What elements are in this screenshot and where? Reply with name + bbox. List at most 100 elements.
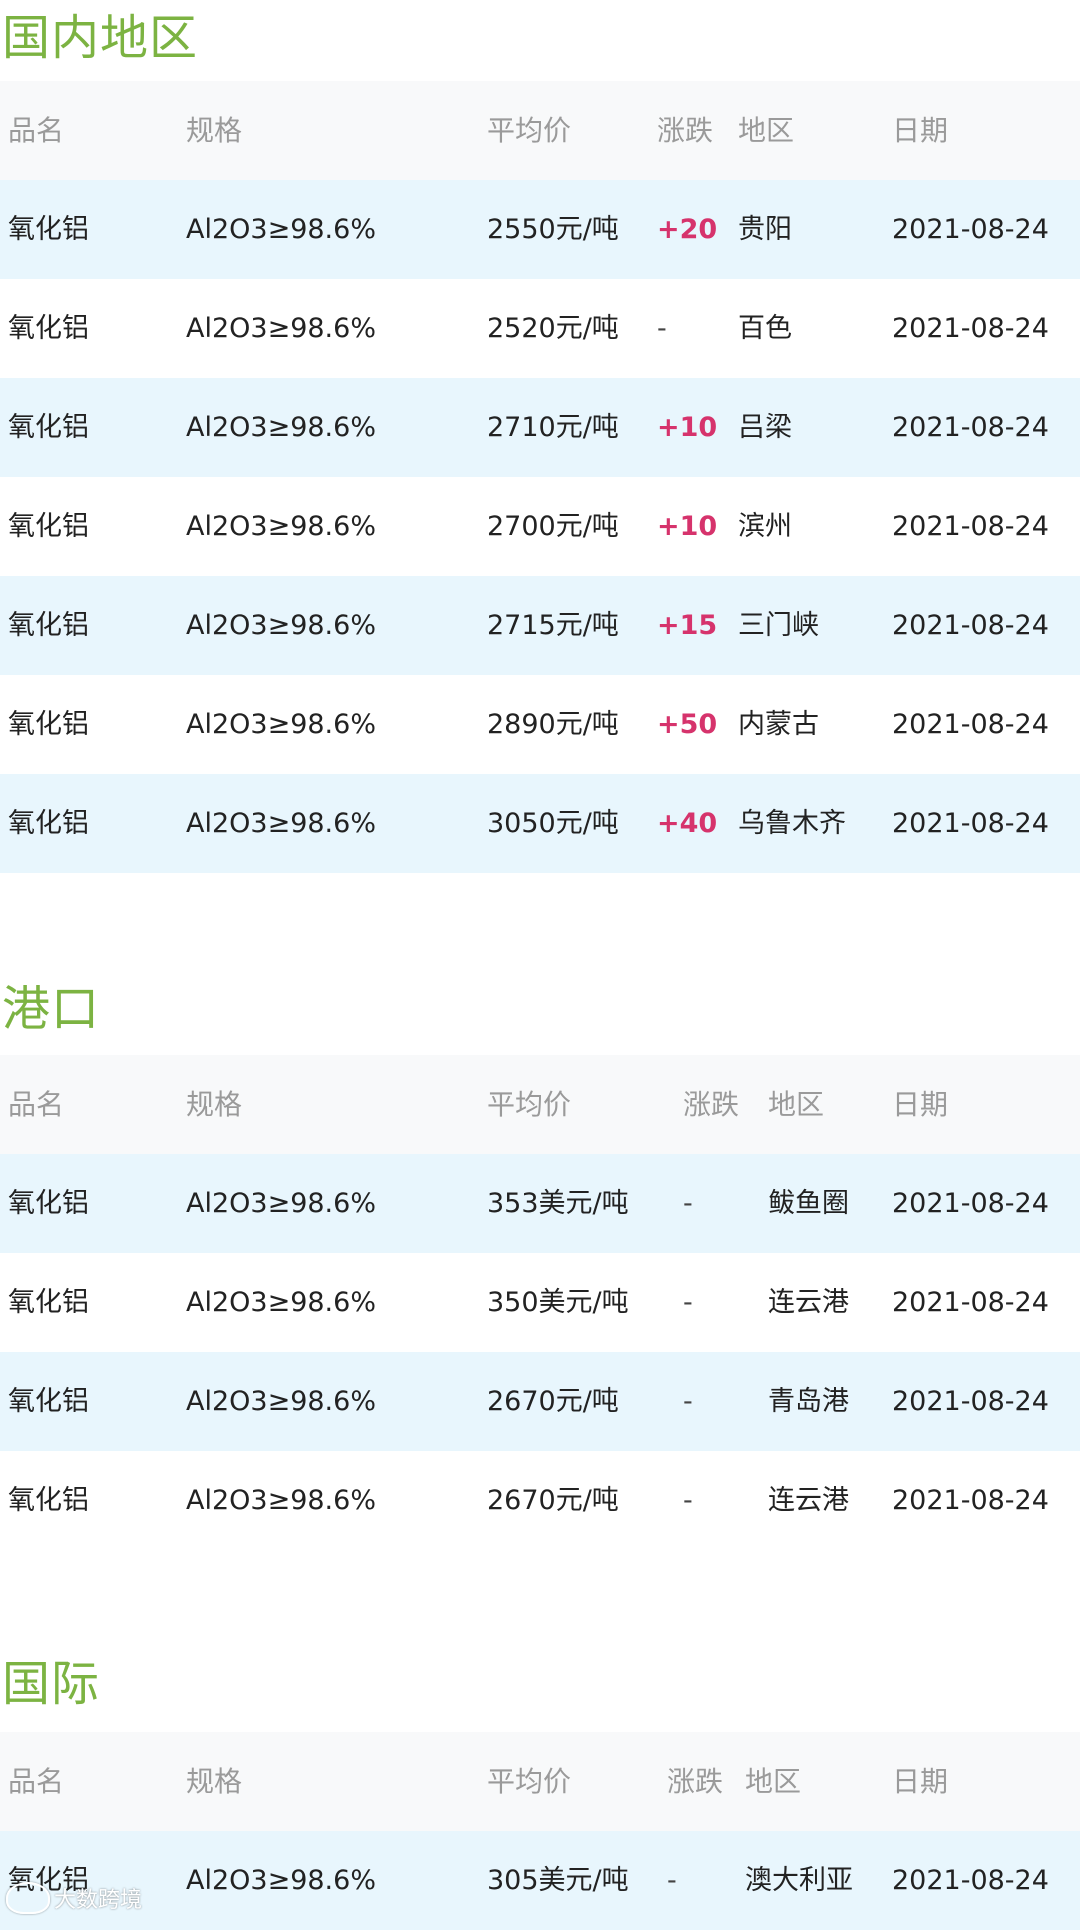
cell-avg-price: 2520元/吨 bbox=[487, 313, 619, 344]
cell-product: 氧化铝 bbox=[8, 1188, 89, 1219]
cell-change: - bbox=[683, 1485, 693, 1516]
header-region: 地区 bbox=[738, 114, 795, 147]
price-table: 品名 规格 平均价 涨跌 地区 日期 氧化铝 Al2O3≥98.6% 2550元… bbox=[0, 81, 1080, 873]
header-date: 日期 bbox=[892, 114, 949, 147]
table-row: 氧化铝 Al2O3≥98.6% 2710元/吨 +10 吕梁 2021-08-2… bbox=[0, 378, 1080, 477]
header-region: 地区 bbox=[768, 1088, 825, 1121]
cell-change: - bbox=[657, 313, 667, 344]
cell-spec: Al2O3≥98.6% bbox=[186, 412, 376, 443]
watermark: 大数跨境 bbox=[6, 1882, 142, 1914]
cell-region: 鲅鱼圈 bbox=[768, 1188, 849, 1219]
cell-change: - bbox=[667, 1865, 677, 1896]
cell-product: 氧化铝 bbox=[8, 1287, 89, 1318]
cell-spec: Al2O3≥98.6% bbox=[186, 511, 376, 542]
cell-avg-price: 353美元/吨 bbox=[487, 1188, 629, 1219]
price-table: 品名 规格 平均价 涨跌 地区 日期 氧化铝 Al2O3≥98.6% 305美元… bbox=[0, 1732, 1080, 1930]
header-change: 涨跌 bbox=[683, 1088, 740, 1121]
table-row: 氧化铝 Al2O3≥98.6% 2670元/吨 - 青岛港 2021-08-24 bbox=[0, 1352, 1080, 1451]
cell-spec: Al2O3≥98.6% bbox=[186, 1485, 376, 1516]
cell-spec: Al2O3≥98.6% bbox=[186, 1865, 376, 1896]
cell-region: 连云港 bbox=[768, 1287, 849, 1318]
table-row: 氧化铝 Al2O3≥98.6% 353美元/吨 - 鲅鱼圈 2021-08-24 bbox=[0, 1154, 1080, 1253]
cell-date: 2021-08-24 bbox=[892, 1188, 1049, 1219]
header-change: 涨跌 bbox=[667, 1765, 724, 1798]
cell-product: 氧化铝 bbox=[8, 1386, 89, 1417]
cell-change: +40 bbox=[657, 808, 718, 839]
cell-spec: Al2O3≥98.6% bbox=[186, 1188, 376, 1219]
header-spec: 规格 bbox=[186, 114, 243, 147]
table-header-row: 品名 规格 平均价 涨跌 地区 日期 bbox=[0, 1055, 1080, 1154]
cell-spec: Al2O3≥98.6% bbox=[186, 313, 376, 344]
cell-change: - bbox=[683, 1188, 693, 1219]
cell-change: +10 bbox=[657, 511, 718, 542]
cell-date: 2021-08-24 bbox=[892, 610, 1049, 641]
table-row: 氧化铝 Al2O3≥98.6% 2670元/吨 - 连云港 2021-08-24 bbox=[0, 1451, 1080, 1550]
table-row: 氧化铝 Al2O3≥98.6% 2700元/吨 +10 滨州 2021-08-2… bbox=[0, 477, 1080, 576]
cell-avg-price: 350美元/吨 bbox=[487, 1287, 629, 1318]
header-avg-price: 平均价 bbox=[487, 1088, 572, 1121]
cell-date: 2021-08-24 bbox=[892, 1386, 1049, 1417]
cell-change: - bbox=[683, 1287, 693, 1318]
cell-spec: Al2O3≥98.6% bbox=[186, 709, 376, 740]
cell-product: 氧化铝 bbox=[8, 610, 89, 641]
cell-product: 氧化铝 bbox=[8, 1865, 89, 1896]
cell-product: 氧化铝 bbox=[8, 709, 89, 740]
header-product: 品名 bbox=[8, 1088, 65, 1121]
cell-avg-price: 2700元/吨 bbox=[487, 511, 619, 542]
cell-spec: Al2O3≥98.6% bbox=[186, 808, 376, 839]
cell-avg-price: 305美元/吨 bbox=[487, 1865, 629, 1896]
section-port: 港口 品名 规格 平均价 涨跌 地区 日期 氧化铝 Al2O3≥98.6% 35… bbox=[0, 970, 1080, 1550]
section-title: 港口 bbox=[2, 981, 101, 1037]
section-international: 国际 品名 规格 平均价 涨跌 地区 日期 氧化铝 Al2O3≥98.6% 30… bbox=[0, 1644, 1080, 1930]
header-region: 地区 bbox=[745, 1765, 802, 1798]
cell-change: +10 bbox=[657, 412, 718, 443]
cell-change: +50 bbox=[657, 709, 718, 740]
watermark-logo-icon bbox=[6, 1882, 50, 1914]
cell-avg-price: 2715元/吨 bbox=[487, 610, 619, 641]
cell-date: 2021-08-24 bbox=[892, 511, 1049, 542]
cell-avg-price: 2710元/吨 bbox=[487, 412, 619, 443]
cell-avg-price: 2550元/吨 bbox=[487, 214, 619, 245]
price-table: 品名 规格 平均价 涨跌 地区 日期 氧化铝 Al2O3≥98.6% 353美元… bbox=[0, 1055, 1080, 1550]
cell-date: 2021-08-24 bbox=[892, 412, 1049, 443]
cell-region: 澳大利亚 bbox=[745, 1865, 853, 1896]
cell-product: 氧化铝 bbox=[8, 1485, 89, 1516]
table-header-row: 品名 规格 平均价 涨跌 地区 日期 bbox=[0, 1732, 1080, 1831]
table-row: 氧化铝 Al2O3≥98.6% 2890元/吨 +50 内蒙古 2021-08-… bbox=[0, 675, 1080, 774]
cell-date: 2021-08-24 bbox=[892, 313, 1049, 344]
header-product: 品名 bbox=[8, 114, 65, 147]
watermark-text: 大数跨境 bbox=[54, 1888, 143, 1913]
cell-product: 氧化铝 bbox=[8, 808, 89, 839]
table-row: 氧化铝 Al2O3≥98.6% 305美元/吨 - 澳大利亚 2021-08-2… bbox=[0, 1831, 1080, 1930]
cell-change: +15 bbox=[657, 610, 718, 641]
table-row: 氧化铝 Al2O3≥98.6% 2520元/吨 - 百色 2021-08-24 bbox=[0, 279, 1080, 378]
cell-spec: Al2O3≥98.6% bbox=[186, 1386, 376, 1417]
cell-date: 2021-08-24 bbox=[892, 808, 1049, 839]
cell-region: 内蒙古 bbox=[738, 709, 819, 740]
cell-region: 百色 bbox=[738, 313, 792, 344]
cell-date: 2021-08-24 bbox=[892, 1865, 1049, 1896]
cell-spec: Al2O3≥98.6% bbox=[186, 610, 376, 641]
header-change: 涨跌 bbox=[657, 114, 714, 147]
cell-date: 2021-08-24 bbox=[892, 1287, 1049, 1318]
cell-region: 三门峡 bbox=[738, 610, 819, 641]
header-spec: 规格 bbox=[186, 1765, 243, 1798]
section-title: 国际 bbox=[2, 1656, 101, 1712]
cell-region: 贵阳 bbox=[738, 214, 792, 245]
header-date: 日期 bbox=[892, 1765, 949, 1798]
cell-region: 吕梁 bbox=[738, 412, 792, 443]
header-product: 品名 bbox=[8, 1765, 65, 1798]
cell-region: 乌鲁木齐 bbox=[738, 808, 846, 839]
section-domestic: 国内地区 品名 规格 平均价 涨跌 地区 日期 氧化铝 Al2O3≥98.6% … bbox=[0, 0, 1080, 880]
cell-avg-price: 3050元/吨 bbox=[487, 808, 619, 839]
cell-date: 2021-08-24 bbox=[892, 1485, 1049, 1516]
cell-avg-price: 2670元/吨 bbox=[487, 1485, 619, 1516]
cell-spec: Al2O3≥98.6% bbox=[186, 1287, 376, 1318]
header-avg-price: 平均价 bbox=[487, 114, 572, 147]
cell-avg-price: 2670元/吨 bbox=[487, 1386, 619, 1417]
header-spec: 规格 bbox=[186, 1088, 243, 1121]
cell-product: 氧化铝 bbox=[8, 313, 89, 344]
cell-date: 2021-08-24 bbox=[892, 214, 1049, 245]
cell-change: +20 bbox=[657, 214, 718, 245]
table-row: 氧化铝 Al2O3≥98.6% 350美元/吨 - 连云港 2021-08-24 bbox=[0, 1253, 1080, 1352]
